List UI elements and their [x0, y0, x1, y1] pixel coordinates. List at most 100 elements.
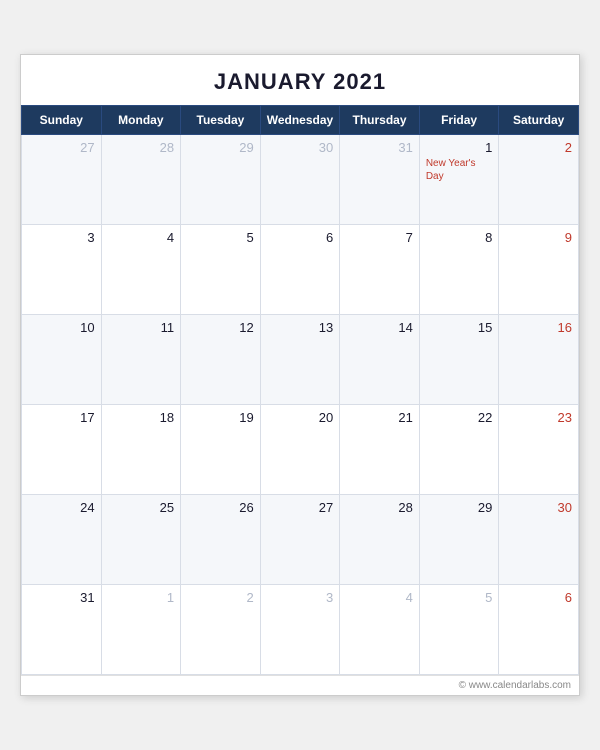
- calendar-day-cell: 11: [101, 315, 181, 405]
- calendar-day-cell: 14: [340, 315, 420, 405]
- day-number: 26: [187, 500, 254, 515]
- calendar-header-saturday: Saturday: [499, 106, 579, 135]
- calendar-grid: SundayMondayTuesdayWednesdayThursdayFrid…: [21, 105, 579, 675]
- calendar-day-cell: 28: [340, 495, 420, 585]
- calendar-week-row: 10 11 12 13 14 15 16: [22, 315, 579, 405]
- day-number: 19: [187, 410, 254, 425]
- calendar-day-cell: 20: [260, 405, 340, 495]
- day-number: 29: [426, 500, 493, 515]
- day-number: 12: [187, 320, 254, 335]
- calendar-day-cell: 29: [419, 495, 499, 585]
- calendar-day-cell: 29: [181, 135, 261, 225]
- day-number: 4: [108, 230, 175, 245]
- day-number: 11: [108, 320, 175, 335]
- calendar-day-cell: 9: [499, 225, 579, 315]
- day-number: 7: [346, 230, 413, 245]
- day-number: 31: [346, 140, 413, 155]
- calendar-day-cell: 25: [101, 495, 181, 585]
- calendar-day-cell: 4: [101, 225, 181, 315]
- day-number: 3: [267, 590, 334, 605]
- calendar-header-friday: Friday: [419, 106, 499, 135]
- day-number: 22: [426, 410, 493, 425]
- calendar-day-cell: 31: [340, 135, 420, 225]
- day-number: 1: [108, 590, 175, 605]
- day-number: 28: [108, 140, 175, 155]
- calendar-title: JANUARY 2021: [21, 55, 579, 105]
- day-number: 2: [187, 590, 254, 605]
- day-number: 5: [426, 590, 493, 605]
- day-number: 27: [267, 500, 334, 515]
- calendar-day-cell: 3: [22, 225, 102, 315]
- day-number: 18: [108, 410, 175, 425]
- calendar-day-cell: 23: [499, 405, 579, 495]
- calendar-day-cell: 18: [101, 405, 181, 495]
- calendar-day-cell: 24: [22, 495, 102, 585]
- calendar-footer: © www.calendarlabs.com: [21, 675, 579, 695]
- calendar-week-row: 31 123456: [22, 585, 579, 675]
- calendar-day-cell: 5: [181, 225, 261, 315]
- day-number: 3: [28, 230, 95, 245]
- calendar-day-cell: 6: [260, 225, 340, 315]
- day-number: 16: [505, 320, 572, 335]
- calendar-day-cell: 7: [340, 225, 420, 315]
- calendar-day-cell: 1: [101, 585, 181, 675]
- day-number: 14: [346, 320, 413, 335]
- day-number: 4: [346, 590, 413, 605]
- day-number: 9: [505, 230, 572, 245]
- calendar-week-row: 27 28 29 30 31 1 New Year's Day 2: [22, 135, 579, 225]
- day-number: 28: [346, 500, 413, 515]
- day-number: 8: [426, 230, 493, 245]
- calendar-day-cell: 6: [499, 585, 579, 675]
- calendar-day-cell: 2: [499, 135, 579, 225]
- calendar-header-sunday: Sunday: [22, 106, 102, 135]
- day-number: 20: [267, 410, 334, 425]
- calendar-header-thursday: Thursday: [340, 106, 420, 135]
- day-number: 6: [267, 230, 334, 245]
- day-number: 6: [505, 590, 572, 605]
- day-number: 10: [28, 320, 95, 335]
- calendar-day-cell: 21: [340, 405, 420, 495]
- calendar-day-cell: 10: [22, 315, 102, 405]
- calendar-day-cell: 30: [260, 135, 340, 225]
- calendar-day-cell: 3: [260, 585, 340, 675]
- calendar-day-cell: 27: [22, 135, 102, 225]
- day-number: 13: [267, 320, 334, 335]
- calendar-day-cell: 1 New Year's Day: [419, 135, 499, 225]
- day-number: 21: [346, 410, 413, 425]
- day-number: 2: [505, 140, 572, 155]
- calendar-day-cell: 22: [419, 405, 499, 495]
- day-number: 17: [28, 410, 95, 425]
- calendar-header-monday: Monday: [101, 106, 181, 135]
- calendar-week-row: 17 18 19 20 21 22 23: [22, 405, 579, 495]
- day-number: 23: [505, 410, 572, 425]
- calendar-day-cell: 2: [181, 585, 261, 675]
- calendar-day-cell: 27: [260, 495, 340, 585]
- calendar-day-cell: 5: [419, 585, 499, 675]
- calendar-day-cell: 28: [101, 135, 181, 225]
- calendar-day-cell: 31: [22, 585, 102, 675]
- day-number: 30: [267, 140, 334, 155]
- calendar-week-row: 24 25 26 27 28 29 30: [22, 495, 579, 585]
- calendar-day-cell: 26: [181, 495, 261, 585]
- calendar-day-cell: 4: [340, 585, 420, 675]
- calendar-day-cell: 16: [499, 315, 579, 405]
- day-number: 31: [28, 590, 95, 605]
- calendar-day-cell: 8: [419, 225, 499, 315]
- calendar-container: JANUARY 2021 SundayMondayTuesdayWednesda…: [20, 54, 580, 696]
- calendar-day-cell: 17: [22, 405, 102, 495]
- day-number: 25: [108, 500, 175, 515]
- calendar-header-wednesday: Wednesday: [260, 106, 340, 135]
- holiday-label: New Year's Day: [426, 157, 493, 183]
- day-number: 5: [187, 230, 254, 245]
- calendar-day-cell: 30: [499, 495, 579, 585]
- calendar-header-tuesday: Tuesday: [181, 106, 261, 135]
- calendar-day-cell: 13: [260, 315, 340, 405]
- day-number: 24: [28, 500, 95, 515]
- day-number: 15: [426, 320, 493, 335]
- day-number: 29: [187, 140, 254, 155]
- day-number: 27: [28, 140, 95, 155]
- calendar-day-cell: 19: [181, 405, 261, 495]
- calendar-week-row: 3456789: [22, 225, 579, 315]
- calendar-day-cell: 15: [419, 315, 499, 405]
- day-number: 1: [426, 140, 493, 155]
